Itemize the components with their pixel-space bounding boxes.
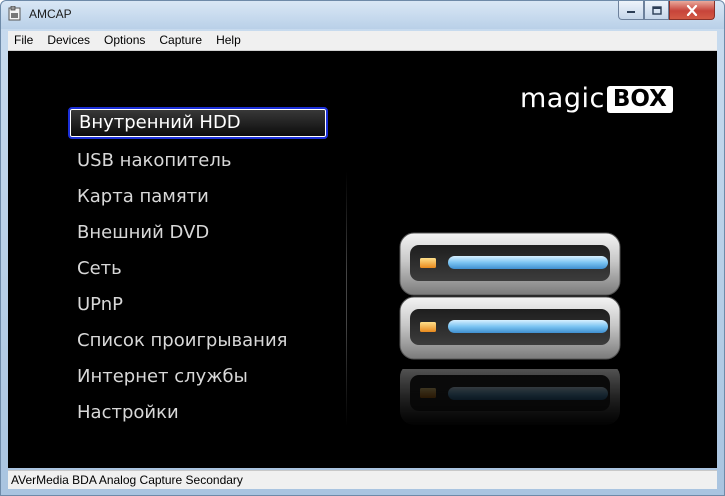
amcap-window: AMCAP File Devices Options Capture Help … (0, 0, 725, 496)
maximize-icon (651, 5, 662, 15)
menu-entry-memory-card[interactable]: Карта памяти (68, 179, 328, 215)
menu-entry-usb[interactable]: USB накопитель (68, 143, 328, 179)
divider-line (346, 171, 347, 426)
source-menu: Внутренний HDD USB накопитель Карта памя… (68, 107, 328, 431)
app-icon (8, 6, 21, 21)
menu-entry-playlist[interactable]: Список проигрывания (68, 323, 328, 359)
title-bar[interactable]: AMCAP (1, 1, 724, 29)
status-bar: AVerMedia BDA Analog Capture Secondary (8, 470, 717, 489)
menu-entry-internal-hdd[interactable]: Внутренний HDD (68, 107, 328, 139)
window-title: AMCAP (29, 7, 72, 21)
minimize-button[interactable] (618, 1, 644, 20)
hdd-icon (399, 232, 621, 425)
menu-help[interactable]: Help (209, 31, 248, 50)
video-preview[interactable]: magic BOX Внутренний HDD USB накопитель … (8, 51, 717, 468)
menu-capture[interactable]: Capture (152, 31, 209, 50)
status-text: AVerMedia BDA Analog Capture Secondary (11, 473, 243, 487)
menu-entry-network[interactable]: Сеть (68, 251, 328, 287)
minimize-icon (627, 11, 635, 13)
maximize-button[interactable] (644, 1, 669, 20)
close-icon (686, 4, 698, 16)
menu-entry-internet-services[interactable]: Интернет службы (68, 359, 328, 395)
close-button[interactable] (669, 1, 715, 20)
menu-options[interactable]: Options (97, 31, 152, 50)
magicbox-logo: magic BOX (520, 84, 673, 114)
menu-entry-upnp[interactable]: UPnP (68, 287, 328, 323)
menu-file[interactable]: File (8, 31, 40, 50)
logo-magic-text: magic (520, 83, 605, 114)
menu-bar: File Devices Options Capture Help (8, 31, 717, 51)
menu-entry-settings[interactable]: Настройки (68, 395, 328, 431)
menu-entry-external-dvd[interactable]: Внешний DVD (68, 215, 328, 251)
logo-box-text: BOX (606, 85, 673, 113)
menu-devices[interactable]: Devices (40, 31, 97, 50)
